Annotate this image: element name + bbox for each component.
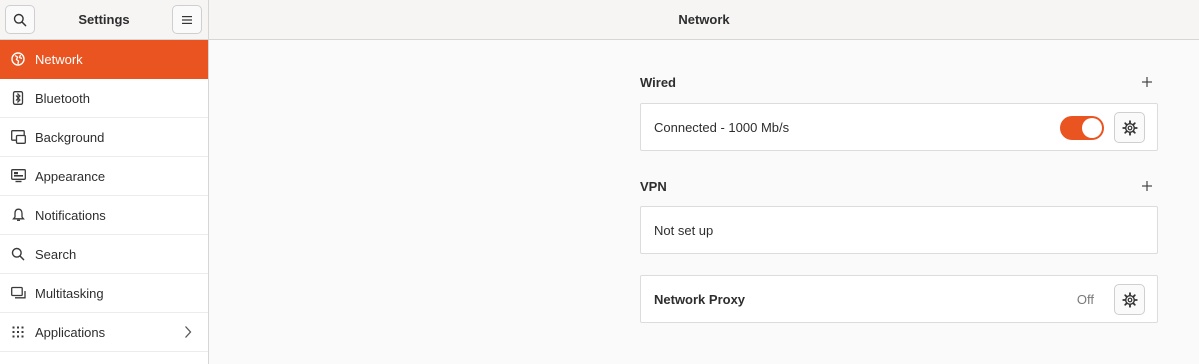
switch-knob [1082, 118, 1102, 138]
search-button[interactable] [5, 5, 35, 34]
wired-toggle-switch[interactable] [1060, 116, 1104, 140]
sidebar-item-label: Appearance [35, 168, 106, 184]
grid-icon [10, 324, 26, 340]
sidebar-item-label: Search [35, 246, 77, 262]
sidebar-item-search[interactable]: Search [0, 235, 208, 274]
sidebar-item-background[interactable]: Background [0, 118, 208, 157]
sidebar-item-label: Background [35, 129, 105, 145]
sidebar-item-label: Applications [35, 324, 106, 340]
sidebar-title: Settings [78, 12, 130, 27]
vpn-section-title: VPN [640, 178, 667, 194]
main-panel: Network Wired Connected - 1000 Mb/s VPN … [209, 0, 1199, 364]
hamburger-menu-icon [182, 15, 192, 24]
wired-section-title: Wired [640, 74, 676, 90]
header-bar: Network [209, 0, 1199, 40]
plus-icon [1142, 77, 1152, 87]
sidebar-item-network[interactable]: Network [0, 40, 208, 79]
globe-icon [10, 51, 26, 67]
sidebar-item-multitasking[interactable]: Multitasking [0, 274, 208, 313]
page-title: Network [678, 12, 730, 27]
vpn-section-header: VPN [640, 174, 1157, 198]
network-proxy-label: Network Proxy [654, 291, 746, 307]
sidebar-nav: Network Bluetooth Background Appearance … [0, 40, 208, 352]
gear-icon [1121, 291, 1138, 308]
chevron-right-icon [184, 325, 192, 339]
wired-connection-row[interactable]: Connected - 1000 Mb/s [640, 103, 1158, 151]
sidebar-item-label: Multitasking [35, 285, 104, 301]
search-icon [10, 246, 26, 262]
bluetooth-icon [10, 90, 26, 106]
gear-icon [1121, 119, 1138, 136]
background-icon [10, 129, 26, 145]
bell-icon [10, 207, 26, 223]
sidebar-item-label: Bluetooth [35, 90, 90, 106]
wired-settings-button[interactable] [1114, 112, 1145, 143]
settings-window: Settings Network Bluetooth Background Ap… [0, 0, 1199, 364]
network-proxy-status: Off [1076, 292, 1094, 307]
sidebar-item-bluetooth[interactable]: Bluetooth [0, 79, 208, 118]
sidebar-item-label: Network [35, 51, 83, 67]
sidebar-item-notifications[interactable]: Notifications [0, 196, 208, 235]
plus-icon [1142, 181, 1152, 191]
sidebar: Settings Network Bluetooth Background Ap… [0, 0, 209, 364]
sidebar-header: Settings [0, 0, 208, 40]
add-wired-button[interactable] [1137, 72, 1157, 92]
network-proxy-settings-button[interactable] [1114, 284, 1145, 315]
add-vpn-button[interactable] [1137, 176, 1157, 196]
wired-section-header: Wired [640, 70, 1157, 94]
wired-connection-status: Connected - 1000 Mb/s [654, 119, 790, 135]
network-proxy-row[interactable]: Network Proxy Off [640, 275, 1158, 323]
search-icon [13, 13, 27, 26]
menu-button[interactable] [172, 5, 202, 34]
multitasking-icon [10, 285, 26, 301]
sidebar-item-label: Notifications [35, 207, 106, 223]
appearance-icon [10, 168, 26, 184]
sidebar-item-applications[interactable]: Applications [0, 313, 208, 352]
vpn-row: Not set up [640, 206, 1158, 254]
sidebar-item-appearance[interactable]: Appearance [0, 157, 208, 196]
vpn-status: Not set up [654, 222, 714, 238]
